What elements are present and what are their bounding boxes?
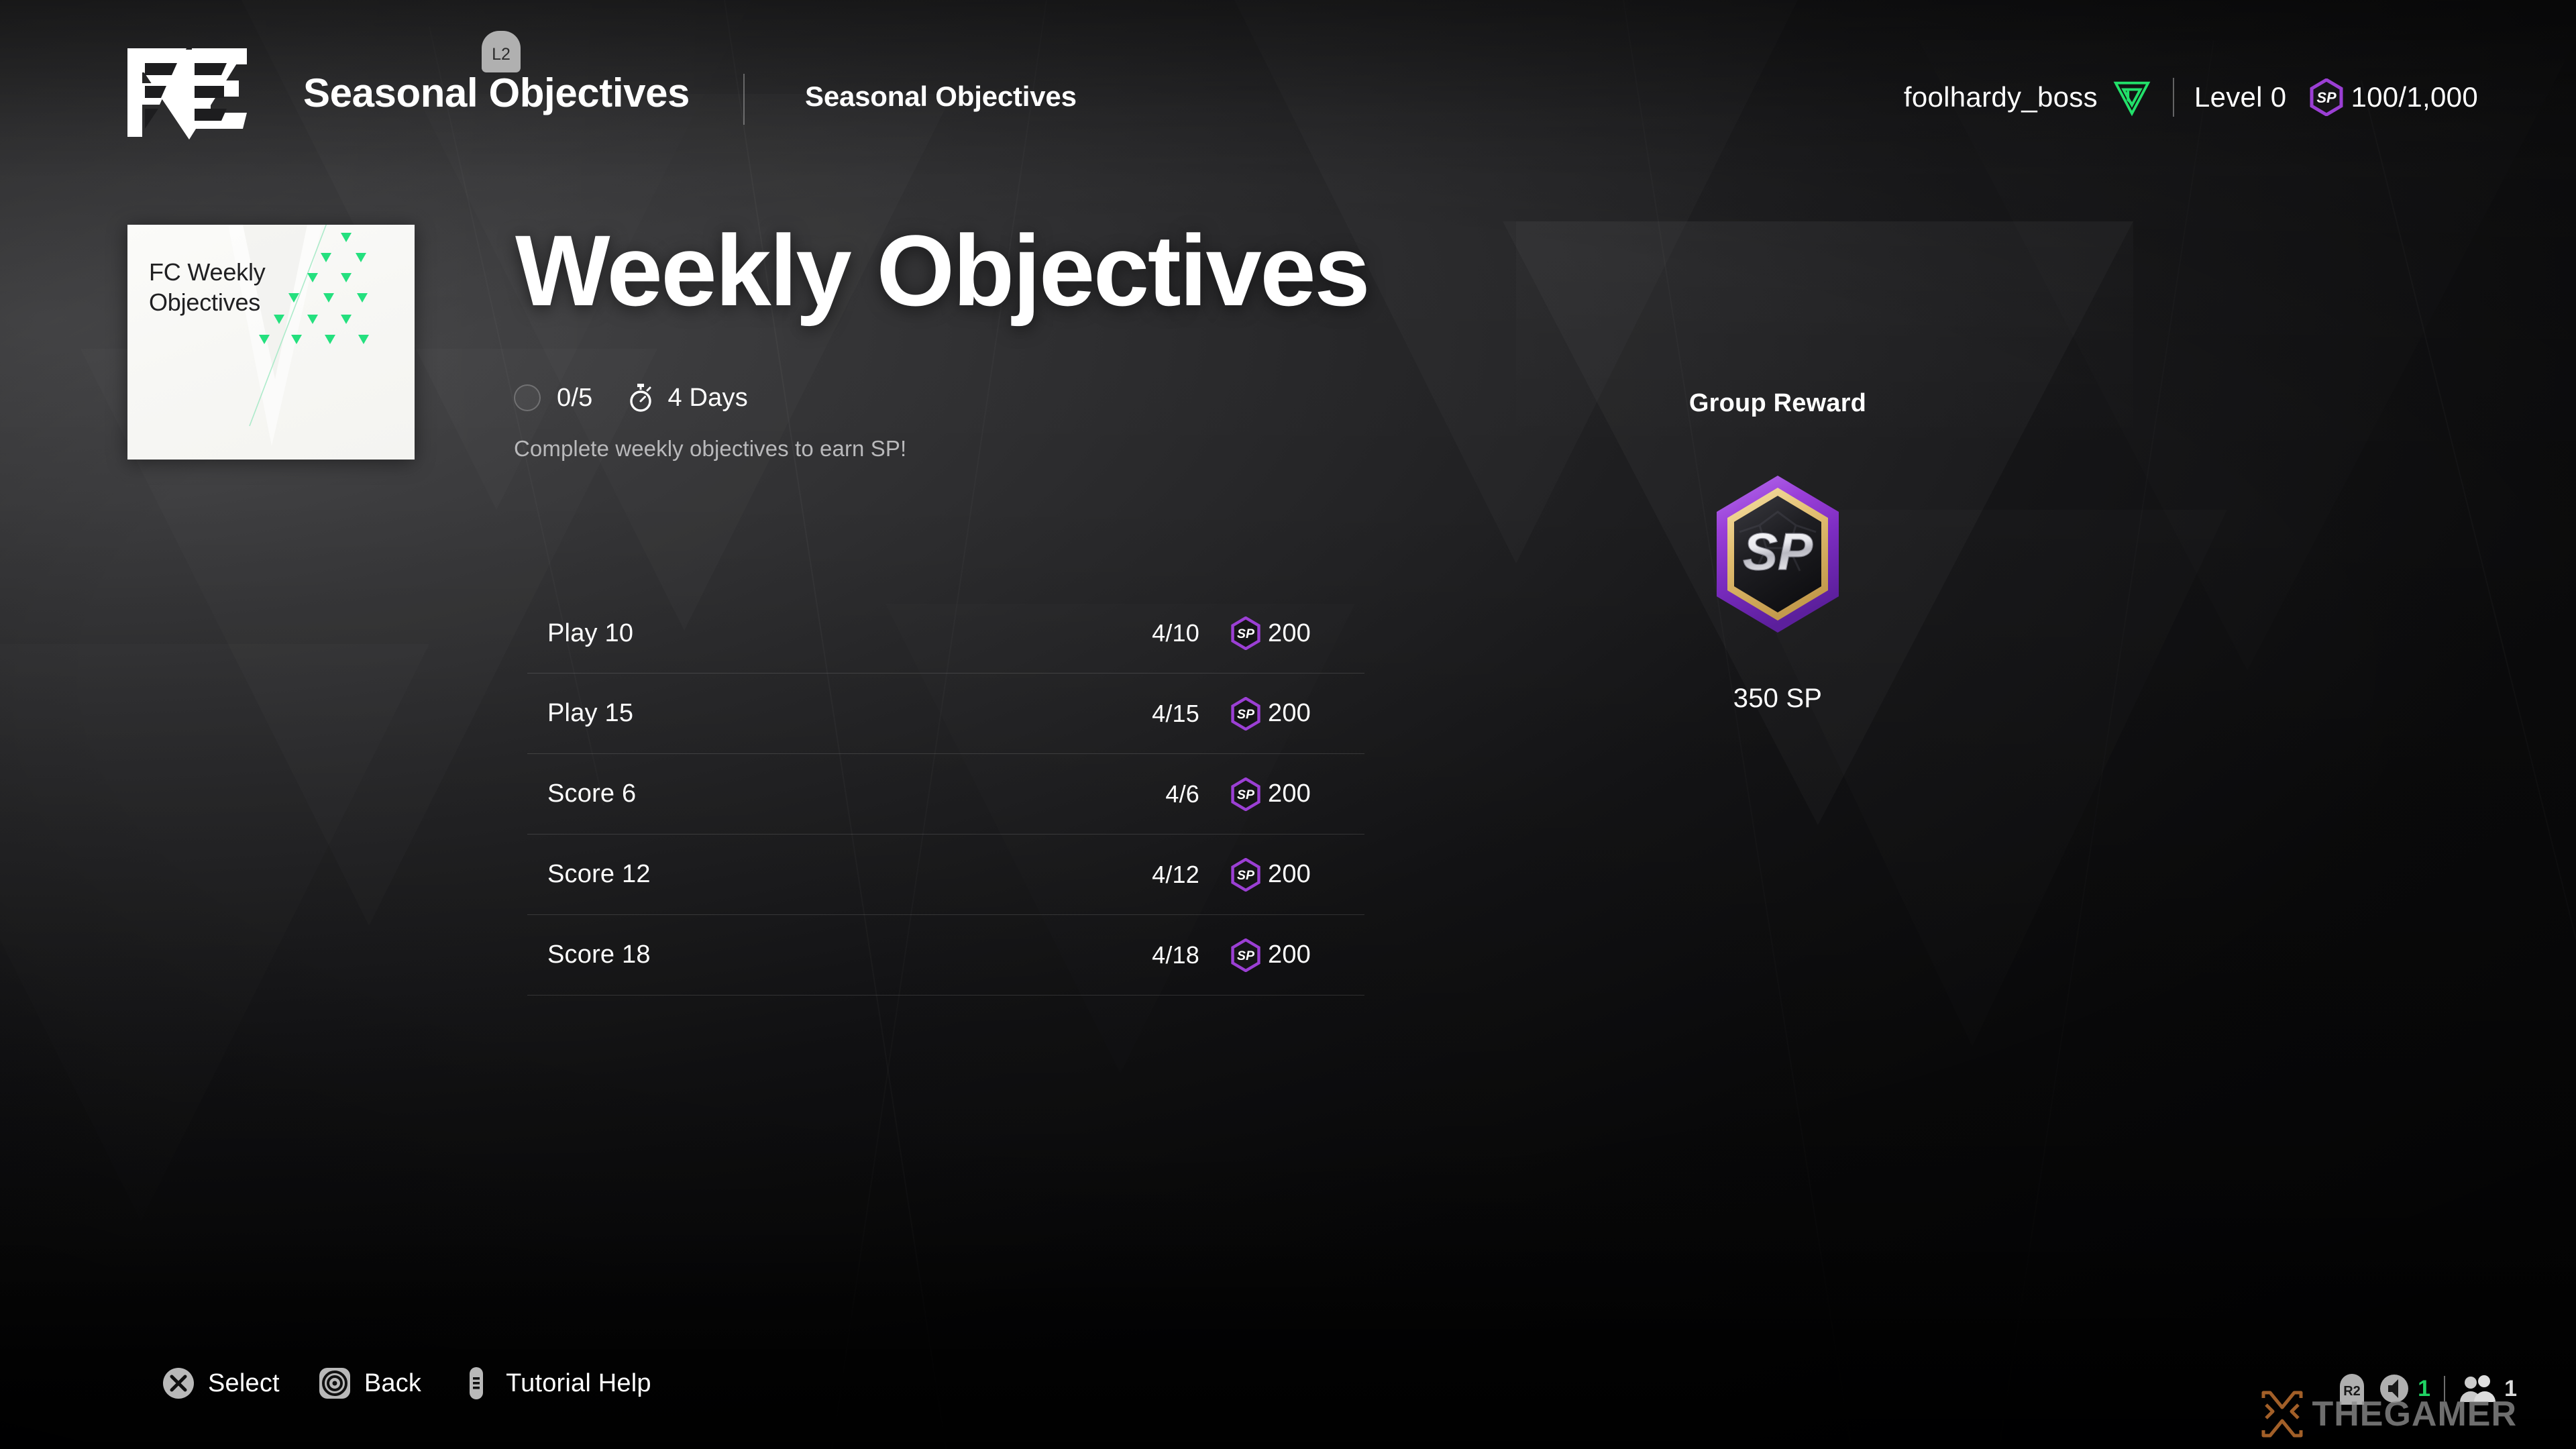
time-remaining: 4 Days — [667, 383, 748, 412]
table-row[interactable]: Play 10 4/10 SP 200 — [527, 593, 1364, 674]
svg-text:SP: SP — [1237, 868, 1254, 883]
group-reward-title: Group Reward — [1688, 389, 1867, 417]
thegamer-watermark: THEGAMER — [2257, 1389, 2517, 1440]
sp-hexagon-icon: SP — [1231, 616, 1260, 650]
prompt-tutorial-help-label: Tutorial Help — [506, 1368, 651, 1397]
svg-text:SP: SP — [1237, 627, 1254, 641]
progress-count: 0/5 — [557, 383, 593, 412]
page-description: Complete weekly objectives to earn SP! — [514, 436, 907, 461]
user-info: foolhardy_boss Level 0 SP 100/1,000 — [1904, 72, 2478, 122]
sp-hexagon-icon: SP — [1231, 938, 1260, 972]
prompt-select-label: Select — [208, 1368, 280, 1397]
svg-text:SP: SP — [1743, 522, 1813, 581]
objective-reward-amount: 200 — [1268, 941, 1311, 969]
prompt-back-label: Back — [364, 1368, 422, 1397]
header-divider — [743, 74, 745, 125]
footer-bar: Select Back Tutorial Help R2 1 1 THEGAME… — [0, 1308, 2576, 1449]
objective-label: Score 12 — [547, 860, 651, 888]
options-button-icon — [470, 1367, 484, 1399]
objective-progress: 4/12 — [1152, 860, 1199, 888]
svg-text:SP: SP — [1237, 788, 1254, 802]
circle-button-icon — [319, 1368, 350, 1399]
sp-hexagon-icon: SP — [1231, 696, 1260, 731]
objective-reward: SP 200 — [1230, 696, 1364, 731]
objective-reward-amount: 200 — [1268, 699, 1311, 727]
l2-shoulder-hint[interactable]: L2 — [482, 31, 521, 72]
page-title: Weekly Objectives — [515, 214, 1371, 327]
prompt-back[interactable]: Back — [317, 1366, 421, 1401]
objective-reward: SP 200 — [1230, 616, 1364, 650]
sp-hexagon-icon: SP — [2310, 78, 2343, 116]
stopwatch-icon — [630, 384, 652, 412]
thegamer-watermark-text: THEGAMER — [2312, 1395, 2517, 1434]
svg-text:SP: SP — [2317, 89, 2337, 106]
sp-hexagon-icon: SP — [1231, 857, 1260, 892]
cross-button-icon — [163, 1368, 194, 1399]
objective-reward-amount: 200 — [1268, 780, 1311, 808]
table-row[interactable]: Score 12 4/12 SP 200 — [527, 835, 1364, 915]
user-sp-value: 100/1,000 — [2351, 81, 2478, 113]
objective-label: Score 18 — [547, 941, 651, 969]
objective-meta: 0/5 4 Days — [514, 380, 748, 416]
username: foolhardy_boss — [1903, 81, 2098, 113]
club-crest-icon — [2113, 81, 2151, 117]
prompt-tutorial-help[interactable]: Tutorial Help — [459, 1366, 651, 1401]
fc-logo-icon — [127, 48, 247, 140]
user-divider — [2172, 78, 2174, 117]
sp-hexagon-icon: SP — [1231, 777, 1260, 811]
objective-label: Play 10 — [547, 619, 634, 647]
objective-label: Play 15 — [547, 699, 634, 727]
progress-circle-icon — [514, 384, 541, 411]
objective-progress: 4/6 — [1165, 780, 1199, 808]
header-bar: L2 Seasonal Objectives Seasonal Objectiv… — [0, 0, 2576, 161]
button-prompts: Select Back Tutorial Help — [161, 1366, 689, 1401]
objective-reward-amount: 200 — [1268, 619, 1311, 647]
objective-label: Score 6 — [547, 780, 637, 808]
objective-reward: SP 200 — [1230, 938, 1364, 972]
objective-progress: 4/10 — [1152, 619, 1199, 647]
prompt-select[interactable]: Select — [161, 1366, 280, 1401]
page-title-header: Seasonal Objectives — [303, 70, 690, 115]
l2-hint-label: L2 — [492, 44, 511, 64]
user-level: Level 0 — [2194, 81, 2287, 113]
group-reward-amount: 350 SP — [1733, 684, 1823, 713]
main-content: Weekly Objectives 0/5 4 Days Complete we… — [0, 0, 2576, 1449]
svg-text:SP: SP — [1237, 949, 1254, 963]
objective-reward-amount: 200 — [1268, 860, 1311, 888]
svg-text:SP: SP — [1237, 707, 1254, 722]
table-row[interactable]: Score 18 4/18 SP 200 — [527, 915, 1364, 996]
group-reward-panel: Group Reward SP 350 SP — [1543, 389, 2012, 714]
thegamer-x-icon — [2261, 1391, 2303, 1438]
sp-reward-badge-icon: SP — [1717, 476, 1839, 633]
breadcrumb: Seasonal Objectives — [805, 80, 1077, 112]
objective-reward: SP 200 — [1230, 777, 1364, 811]
objective-progress: 4/15 — [1152, 699, 1199, 727]
objective-progress: 4/18 — [1152, 941, 1199, 969]
objectives-list: Play 10 4/10 SP 200 Play 15 4/15 SP 200 — [527, 593, 1364, 996]
table-row[interactable]: Score 6 4/6 SP 200 — [527, 754, 1364, 835]
objective-reward: SP 200 — [1230, 857, 1364, 892]
table-row[interactable]: Play 15 4/15 SP 200 — [527, 674, 1364, 754]
